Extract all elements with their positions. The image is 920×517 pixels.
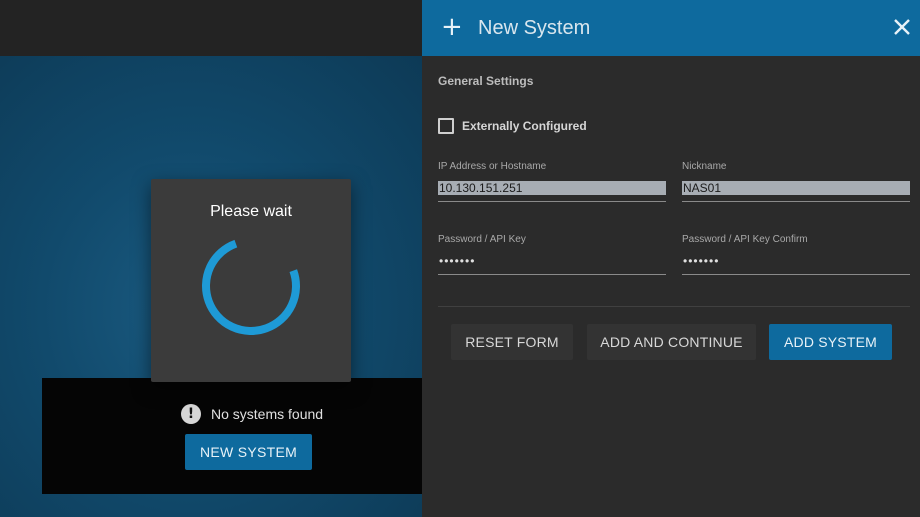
section-title-general: General Settings [438, 74, 534, 88]
password-confirm-field: Password / API Key Confirm [682, 234, 910, 275]
password-field: Password / API Key [438, 234, 666, 275]
host-field: IP Address or Hostname [438, 161, 666, 202]
please-wait-title: Please wait [210, 203, 292, 220]
externally-configured-label[interactable]: Externally Configured [462, 119, 587, 133]
add-system-button[interactable]: ADD SYSTEM [769, 324, 892, 360]
externally-configured-checkbox[interactable] [438, 118, 454, 134]
nickname-field: Nickname [682, 161, 910, 202]
nickname-underline [682, 201, 910, 202]
host-label: IP Address or Hostname [438, 161, 547, 172]
loading-spinner-icon [202, 237, 300, 335]
plus-icon: + [441, 12, 463, 42]
host-underline [438, 201, 666, 202]
password-label: Password / API Key [438, 234, 526, 245]
password-confirm-input[interactable] [682, 254, 910, 268]
alert-circle-icon: ! [181, 404, 201, 424]
panel-header: + New System [422, 0, 920, 56]
new-system-button[interactable]: NEW SYSTEM [185, 434, 312, 470]
password-confirm-underline [682, 274, 910, 275]
please-wait-dialog: Please wait [151, 179, 351, 382]
close-icon[interactable] [892, 17, 912, 37]
empty-state-message: ! No systems found [181, 404, 323, 424]
empty-state-text: No systems found [211, 406, 324, 422]
password-input[interactable] [438, 254, 666, 268]
form-divider [438, 306, 910, 307]
add-and-continue-button[interactable]: ADD AND CONTINUE [587, 324, 756, 360]
password-underline [438, 274, 666, 275]
nickname-input[interactable] [682, 181, 910, 195]
nickname-label: Nickname [682, 161, 727, 172]
panel-title: New System [478, 17, 591, 39]
host-input[interactable] [438, 181, 666, 195]
app-topbar [0, 0, 422, 56]
password-confirm-label: Password / API Key Confirm [682, 234, 808, 245]
externally-configured-checkbox-row[interactable]: Externally Configured [438, 118, 587, 134]
new-system-panel: + New System General Settings Externally… [422, 0, 920, 517]
reset-form-button[interactable]: RESET FORM [451, 324, 573, 360]
